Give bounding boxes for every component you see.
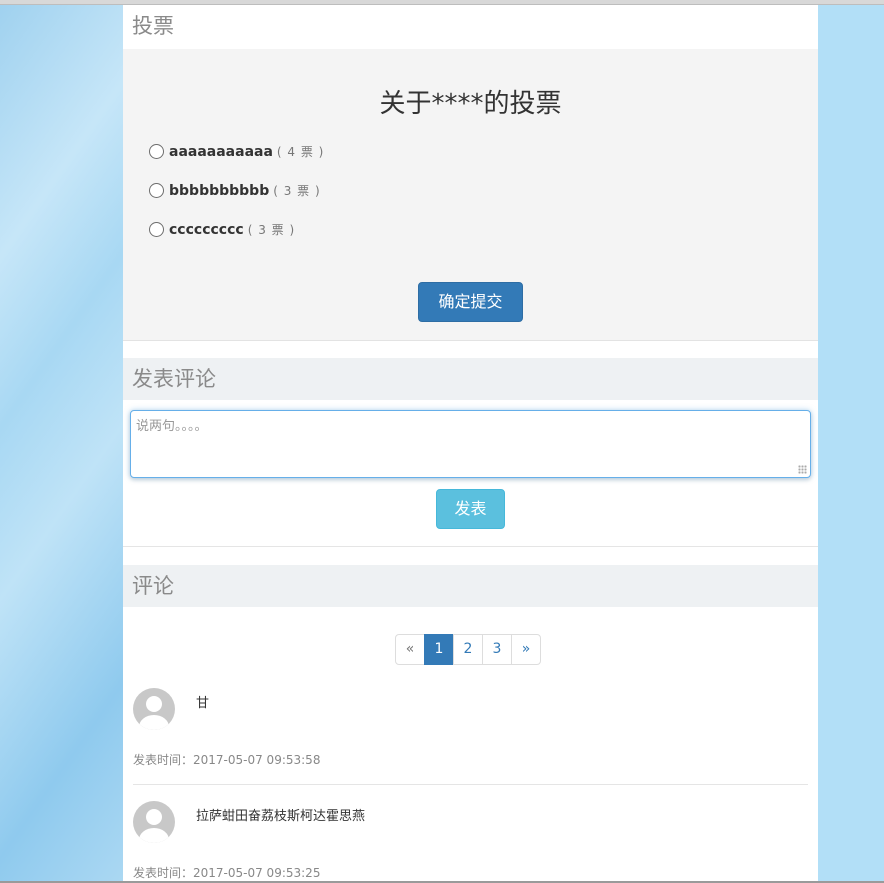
resize-handle-icon[interactable] <box>798 465 807 474</box>
post-comment-button[interactable]: 发表 <box>436 489 505 529</box>
vote-option-c[interactable]: ccccccccc ( 3 票 ) <box>149 221 295 238</box>
pagination-page-3[interactable]: 3 <box>482 634 512 665</box>
vote-option-count: ( 4 票 ) <box>276 145 325 159</box>
radio-button[interactable] <box>149 144 164 159</box>
vote-panel: 关于****的投票 aaaaaaaaaaa ( 4 票 ) bbbbbbbbbb… <box>123 49 818 341</box>
vote-option-count: ( 3 票 ) <box>273 184 321 198</box>
comment-time: 发表时间：2017-05-07 09:53:25 <box>133 866 321 880</box>
comment-text: 拉萨蚶田奋荔枝斯柯达霍思燕 <box>196 809 366 824</box>
vote-title: 关于****的投票 <box>379 89 562 119</box>
comment-divider <box>133 784 808 785</box>
comment-item: 甘 发表时间：2017-05-07 09:53:58 <box>123 688 818 788</box>
pagination: « 1 2 3 » <box>395 634 541 665</box>
pagination-next[interactable]: » <box>511 634 541 665</box>
radio-button[interactable] <box>149 183 164 198</box>
submit-vote-button[interactable]: 确定提交 <box>418 282 523 322</box>
pagination-prev[interactable]: « <box>395 634 425 665</box>
vote-option-label: ccccccccc <box>169 221 244 238</box>
section-divider <box>123 546 818 547</box>
comment-placeholder: 说两句。。。。 <box>136 419 208 434</box>
vote-option-label: bbbbbbbbbb <box>169 182 270 199</box>
vote-option-b[interactable]: bbbbbbbbbb ( 3 票 ) <box>149 182 321 199</box>
comment-item: 拉萨蚶田奋荔枝斯柯达霍思燕 发表时间：2017-05-07 09:53:25 <box>123 801 818 881</box>
post-comment-heading: 发表评论 <box>123 358 818 400</box>
vote-option-count: ( 3 票 ) <box>247 223 296 237</box>
comments-heading: 评论 <box>123 565 818 607</box>
vote-heading: 投票 <box>132 14 174 38</box>
comment-text: 甘 <box>196 696 210 711</box>
right-background-panel <box>818 5 884 881</box>
comment-time: 发表时间：2017-05-07 09:53:58 <box>133 753 321 767</box>
comment-textarea[interactable]: 说两句。。。。 <box>130 410 811 478</box>
user-avatar-icon <box>133 801 175 843</box>
pagination-page-2[interactable]: 2 <box>453 634 483 665</box>
vote-option-label: aaaaaaaaaaa <box>169 143 273 160</box>
user-avatar-icon <box>133 688 175 730</box>
main-content: 投票 关于****的投票 aaaaaaaaaaa ( 4 票 ) bbbbbbb… <box>123 5 818 881</box>
vote-option-a[interactable]: aaaaaaaaaaa ( 4 票 ) <box>149 143 324 160</box>
radio-button[interactable] <box>149 222 164 237</box>
pagination-page-1[interactable]: 1 <box>424 634 454 665</box>
